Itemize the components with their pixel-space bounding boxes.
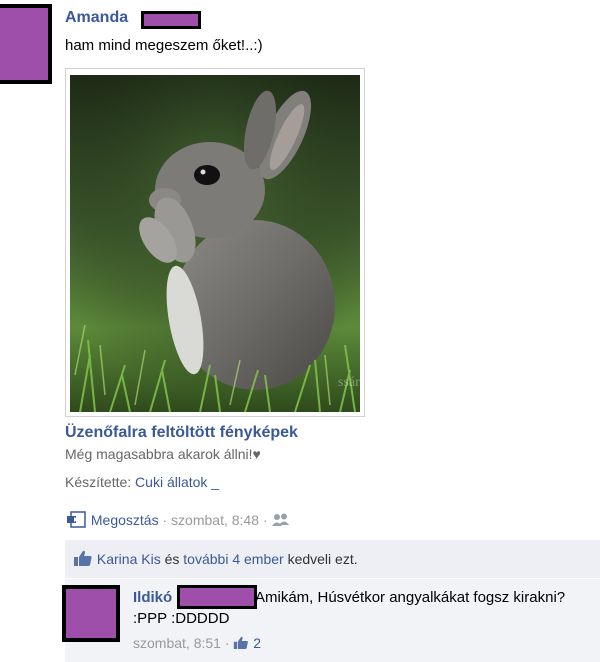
bunny-photo[interactable]: ssár <box>70 75 360 412</box>
likes-sentence: Karina Kis és további 4 ember kedveli ez… <box>73 550 358 567</box>
post-text: ham mind megeszem őket!..:) <box>65 37 263 54</box>
friends-icon[interactable] <box>271 513 291 527</box>
liker-name-link[interactable]: Karina Kis <box>97 551 161 567</box>
separator: · <box>224 635 230 651</box>
separator: · <box>262 512 268 528</box>
author-avatar[interactable] <box>0 4 52 84</box>
comment-meta: szombat, 8:51 · 2 <box>133 635 261 651</box>
photo-credit: Készítette: Cuki állatok _ <box>65 474 219 490</box>
post-photo-frame[interactable]: ssár <box>65 68 365 417</box>
comment-timestamp[interactable]: szombat, 8:51 <box>133 635 221 651</box>
commenter-surname-redaction <box>177 585 257 609</box>
post-author-name[interactable]: Amanda <box>65 9 128 27</box>
album-title-link[interactable]: Üzenőfalra feltöltött fényképek <box>65 424 298 442</box>
credit-link[interactable]: Cuki állatok _ <box>135 474 219 490</box>
credit-label: Készítette: <box>65 474 132 490</box>
commenter-avatar[interactable] <box>62 585 120 642</box>
likes-suffix: kedveli ezt. <box>287 551 358 567</box>
thumbs-up-icon[interactable] <box>73 550 93 567</box>
post-timestamp[interactable]: szombat, 8:48 <box>171 512 259 528</box>
comment-text-line2: :PPP :DDDDD <box>133 610 230 627</box>
comment-item: Ildikó Amikám, Húsvétkor angyalkákat fog… <box>62 579 600 662</box>
bunny-photo-image <box>70 75 360 412</box>
other-likers-link[interactable]: további 4 ember <box>183 551 283 567</box>
likes-bar: Karina Kis és további 4 ember kedveli ez… <box>65 540 600 578</box>
commenter-name[interactable]: Ildikó <box>133 589 172 606</box>
comment-text-line1: Amikám, Húsvétkor angyalkákat fogsz kira… <box>255 589 566 606</box>
likes-and: és <box>164 551 180 567</box>
share-link[interactable]: Megosztás <box>91 512 159 528</box>
comment-like-icon[interactable] <box>233 636 249 650</box>
separator: · <box>162 512 168 528</box>
photo-caption: Még magasabbra akarok állni!♥ <box>65 446 261 462</box>
comment-like-count[interactable]: 2 <box>253 635 261 651</box>
action-line: Megosztás · szombat, 8:48 · <box>65 511 291 531</box>
photo-watermark: ssár <box>338 375 360 390</box>
share-icon[interactable] <box>65 511 87 529</box>
author-surname-redaction <box>141 11 201 29</box>
